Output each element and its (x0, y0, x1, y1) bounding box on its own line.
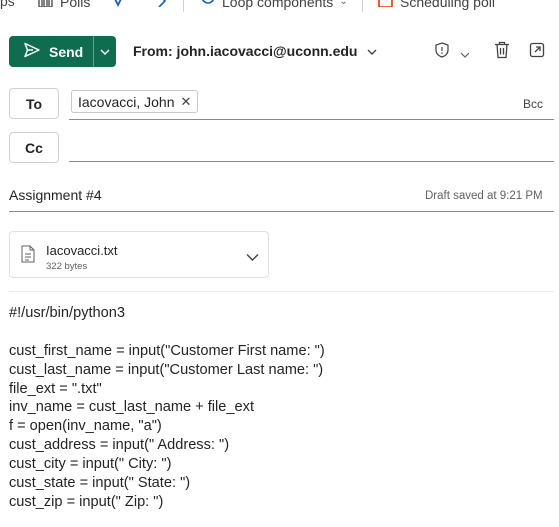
shield-icon (435, 42, 449, 63)
cc-field-underline (69, 161, 554, 162)
attachment-name: Iacovacci.txt (46, 243, 118, 258)
ribbon-item-loop-label: Loop components (222, 0, 334, 10)
bcc-button[interactable]: Bcc (523, 97, 543, 111)
send-button[interactable]: Send (9, 36, 93, 67)
close-icon[interactable]: ✕ (181, 94, 192, 110)
cc-input[interactable] (69, 133, 554, 161)
draft-status-text: Draft saved at 9:21 PM (425, 190, 543, 202)
subject-input[interactable] (9, 187, 389, 203)
message-body[interactable]: #!/usr/bin/python3 cust_first_name = inp… (9, 304, 554, 512)
send-split-button: Send (9, 36, 116, 67)
body-line: cust_last_name = input("Customer Last na… (9, 361, 324, 378)
body-line: cust_state = input(" State: ") (9, 475, 191, 492)
chevron-down-icon[interactable] (246, 249, 259, 267)
pop-out-icon (529, 42, 545, 63)
draft-status: Draft saved at 9:21 PM (425, 190, 543, 202)
flash-icon (110, 0, 126, 10)
chevron-down-icon: ⌄ (339, 0, 348, 7)
discard-button[interactable] (494, 41, 510, 64)
body-line: f = open(inv_name, "a") (9, 418, 162, 435)
subject-underline (9, 211, 554, 212)
file-icon (21, 245, 35, 268)
from-label: From: john.iacovacci@uconn.edu (133, 43, 358, 59)
ribbon-divider (183, 0, 184, 12)
chevron-down-icon (460, 46, 470, 64)
send-button-label: Send (49, 43, 84, 60)
tag-icon (149, 0, 167, 10)
send-icon (23, 42, 41, 61)
send-options-dropdown[interactable] (94, 36, 116, 67)
ribbon-item-partial-label: ps (0, 0, 15, 9)
trash-icon (494, 41, 510, 64)
attachment-size: 322 bytes (46, 261, 88, 272)
body-line: cust_zip = input(" Zip: ") (9, 493, 164, 510)
loop-icon (200, 0, 216, 10)
ribbon-item-polls-label: Polls (60, 0, 91, 10)
ribbon-item-loop[interactable]: Loop components ⌄ (200, 0, 348, 10)
polls-icon (38, 0, 54, 10)
ribbon-item-polls[interactable]: Polls (38, 0, 90, 10)
body-line: cust_city = input(" City: ") (9, 456, 172, 473)
to-button[interactable]: To (9, 88, 59, 119)
ribbon-divider (362, 0, 363, 12)
body-line: cust_first_name = input("Customer First … (9, 342, 325, 359)
ribbon-item-tag[interactable] (149, 0, 167, 10)
sensitivity-dropdown[interactable] (460, 46, 470, 64)
recipient-chip[interactable]: Iacovacci, John ✕ (71, 90, 199, 113)
attachment-divider (9, 291, 554, 292)
body-line: cust_address = input(" Address: ") (9, 437, 230, 454)
sensitivity-button[interactable] (435, 42, 449, 63)
to-button-label: To (25, 95, 43, 112)
chevron-down-icon (367, 43, 377, 59)
ribbon-item-scheduling[interactable]: Scheduling poll (378, 0, 495, 10)
body-line: file_ext = ".txt" (9, 380, 102, 397)
body-line (9, 323, 554, 342)
scheduling-poll-icon (378, 0, 394, 10)
cc-button[interactable]: Cc (9, 132, 59, 163)
ribbon-item-partial[interactable]: ps (0, 0, 15, 9)
attachment-card[interactable]: Iacovacci.txt 322 bytes (9, 231, 269, 278)
pop-out-button[interactable] (529, 42, 545, 63)
ribbon-item-flash[interactable] (110, 0, 126, 10)
cc-button-label: Cc (25, 139, 43, 156)
ribbon-item-scheduling-label: Scheduling poll (400, 0, 495, 10)
chevron-down-icon (100, 43, 110, 61)
bcc-button-label: Bcc (523, 97, 544, 111)
body-line: #!/usr/bin/python3 (9, 305, 126, 321)
recipient-chip-label: Iacovacci, John (78, 93, 175, 110)
from-selector[interactable]: From: john.iacovacci@uconn.edu (133, 43, 377, 59)
ribbon: ps Polls Loop components ⌄ Scheduling po… (0, 0, 559, 14)
body-line: inv_name = cust_last_name + file_ext (9, 399, 254, 416)
to-field-underline (69, 119, 554, 120)
